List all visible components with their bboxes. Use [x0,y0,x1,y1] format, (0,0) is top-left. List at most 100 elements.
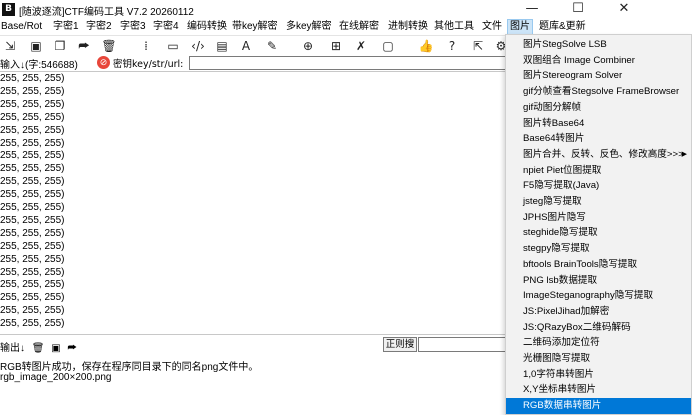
binary-icon[interactable]: ⁞ [138,38,154,54]
input-line: 255, 255, 255) [0,240,65,252]
input-label: 输入↓(字:546688) [0,60,78,71]
menu-item-8[interactable]: npiet Piet位图提取 [506,163,691,179]
terminal-icon[interactable]: ▭ [165,38,181,54]
grid-icon[interactable]: ⊞ [328,38,344,54]
menu-image[interactable]: 图片 [507,19,533,35]
menu-other-tools[interactable]: 其他工具 [434,20,474,34]
input-line: 255, 255, 255) [0,85,65,97]
output-header: 输出↓ 🗑 ▣ ⮫ 正则搜 [0,334,506,354]
key-icon: ⊘ [97,56,110,69]
menu-item-label: gif动图分解帧 [523,101,582,113]
input-line: 255, 255, 255) [0,318,65,330]
menu-item-11[interactable]: JPHS图片隐写 [506,210,691,226]
menu-radix[interactable]: 进制转换 [388,20,428,34]
table-icon[interactable]: ▤ [214,38,230,54]
menu-zimi1[interactable]: 字密1 [53,20,79,34]
input-line: 255, 255, 255) [0,227,65,239]
menu-item-21[interactable]: 1,0字符串转图片 [506,367,691,383]
menu-item-10[interactable]: jsteg隐写提取 [506,194,691,210]
menu-bank-update[interactable]: 题库&更新 [539,20,586,34]
menu-item-7[interactable]: 图片合并、反转、反色、修改高度>>> ▶ [506,147,691,163]
edit-icon[interactable]: ✎ [264,38,280,54]
import-icon[interactable]: ⇲ [2,38,18,54]
menu-item-label: 图片转Base64 [523,117,585,129]
menu-item-0[interactable]: 图片StegSolve LSB [506,37,691,53]
menu-zimi2[interactable]: 字密2 [86,20,112,34]
external-edit-icon[interactable]: ⇱ [470,38,486,54]
menu-item-1[interactable]: 双图组合 Image Combiner [506,53,691,69]
menu-multikey-decrypt[interactable]: 多key解密 [286,20,332,34]
regex-input[interactable] [418,337,506,352]
menu-item-16[interactable]: ImageSteganography隐写提取 [506,288,691,304]
input-line: 255, 255, 255) [0,189,65,201]
menu-key-decrypt[interactable]: 带key解密 [232,20,278,34]
menu-item-2[interactable]: 图片Stereogram Solver [506,68,691,84]
menu-item-label: RGB数据串转图片 [523,400,602,412]
code-icon[interactable]: ‹/› [190,38,206,54]
input-line: 255, 255, 255) [0,150,65,162]
menu-item-14[interactable]: bftools BrainTools隐写提取 [506,257,691,273]
menu-item-label: JPHS图片隐写 [523,211,586,223]
menu-item-label: 1,0字符串转图片 [523,368,594,380]
menu-item-6[interactable]: Base64转图片 [506,131,691,147]
menu-item-label: steghide隐写提取 [523,227,598,239]
menu-item-13[interactable]: stegpy隐写提取 [506,241,691,257]
input-line: 255, 255, 255) [0,98,65,110]
copy-icon[interactable]: ❐ [52,38,68,54]
input-textarea[interactable]: 255, 255, 255) 255, 255, 255) 255, 255, 25… [0,71,505,335]
menu-item-label: PNG lsb数据提取 [523,274,598,286]
menu-item-label: JS:QRazyBox二维码解码 [523,321,631,333]
menu-base-rot[interactable]: Base/Rot [1,20,42,34]
trash-icon[interactable]: 🗑 [101,38,117,54]
input-line: 255, 255, 255) [0,73,65,84]
font-icon[interactable]: A [238,38,254,54]
input-line: 255, 255, 255) [0,253,65,265]
output-label: 输出↓ 🗑 ▣ ⮫ [0,339,77,354]
regex-search-button[interactable]: 正则搜 [383,337,417,352]
menu-item-3[interactable]: gif分帧查看Stegsolve FrameBrowser [506,84,691,100]
menu-online-decrypt[interactable]: 在线解密 [339,20,379,34]
globe-icon[interactable]: ⊕ [300,38,316,54]
menu-encoding[interactable]: 编码转换 [187,20,227,34]
submenu-arrow-icon: ▶ [681,150,687,158]
menu-item-label: Base64转图片 [523,133,585,145]
menu-item-label: 图片合并、反转、反色、修改高度>>> [523,148,684,160]
share-icon[interactable]: ⮫ [76,38,92,54]
key-input[interactable] [189,56,513,70]
menu-item-4[interactable]: gif动图分解帧 [506,100,691,116]
help-icon[interactable]: ? [444,38,460,54]
menu-item-23[interactable]: RGB数据串转图片 [506,398,691,415]
input-line: 255, 255, 255) [0,305,65,317]
menu-zimi3[interactable]: 字密3 [120,20,146,34]
menu-item-label: npiet Piet位图提取 [523,164,602,176]
key-label: 密钥key/str/url: [113,59,184,70]
menu-item-17[interactable]: JS:PixelJihad加解密 [506,304,691,320]
minimize-icon[interactable]: — [509,0,555,19]
menu-item-22[interactable]: X,Y坐标串转图片 [506,382,691,398]
thumbs-up-icon[interactable]: 👍 [418,38,434,54]
menu-file[interactable]: 文件 [482,20,502,34]
input-line: 255, 255, 255) [0,163,65,175]
paste-icon[interactable]: ▣ [28,38,44,54]
menu-zimi4[interactable]: 字密4 [153,20,179,34]
menu-item-12[interactable]: steghide隐写提取 [506,225,691,241]
note-icon[interactable]: ▢ [380,38,396,54]
input-line: 255, 255, 255) [0,279,65,291]
menu-item-15[interactable]: PNG lsb数据提取 [506,273,691,289]
maximize-icon[interactable]: ☐ [555,0,601,19]
menu-item-label: JS:PixelJihad加解密 [523,305,610,317]
close-icon[interactable]: ✕ [601,0,647,19]
input-line: 255, 255, 255) [0,111,65,123]
menu-item-19[interactable]: 二维码添加定位符 [506,335,691,351]
tools-icon[interactable]: ✗ [353,38,369,54]
input-line: 255, 255, 255) [0,266,65,278]
title-bar: B [随波逐流]CTF编码工具 V7.2 20260112 — ☐ ✕ [0,0,692,19]
menu-item-5[interactable]: 图片转Base64 [506,116,691,132]
output-textarea[interactable]: RGB转图片成功，保存在程序同目录下的同名png文件中。 rgb_image_2… [0,353,505,415]
input-line: 255, 255, 255) [0,214,65,226]
menu-item-20[interactable]: 光栅图隐写提取 [506,351,691,367]
menu-item-9[interactable]: F5隐写提取(Java) [506,178,691,194]
menu-item-label: gif分帧查看Stegsolve FrameBrowser [523,86,680,98]
output-line: rgb_image_200×200.png [0,372,112,383]
menu-item-18[interactable]: JS:QRazyBox二维码解码 [506,320,691,336]
